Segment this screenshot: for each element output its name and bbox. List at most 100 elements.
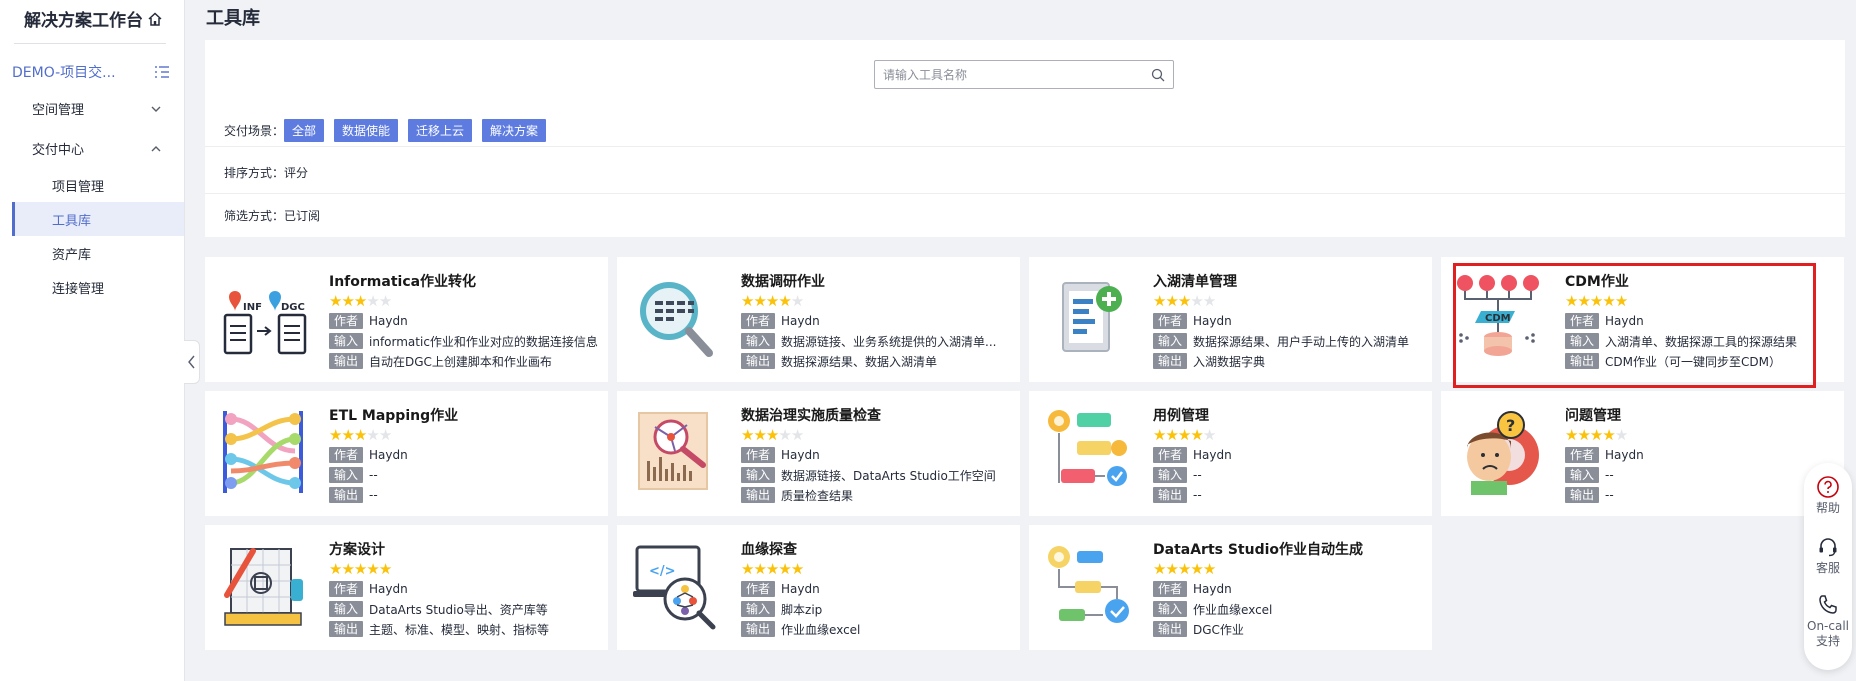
tool-card-title[interactable]: Informatica作业转化 — [329, 271, 599, 291]
output-badge: 输出 — [329, 621, 364, 637]
star-empty-icon: ★ — [1614, 426, 1628, 444]
star-filled-icon: ★ — [753, 292, 766, 310]
svg-text:</>: </> — [649, 564, 676, 579]
sidebar-item-asset-library[interactable]: 资产库 — [12, 236, 184, 270]
tool-card-body: 数据调研作业 ★★★★★ 作者 Haydn 输入 数据源链接、业务系统提供的入湖清单...… — [741, 271, 1011, 369]
star-filled-icon: ★ — [1602, 292, 1615, 310]
tool-author-value: Haydn — [1605, 314, 1644, 328]
tool-card-title[interactable]: 问题管理 — [1565, 405, 1835, 425]
tool-card-body: 数据治理实施质量检查 ★★★★★ 作者 Haydn 输入 数据源链接、DataArts S… — [741, 405, 1011, 503]
tool-input-row: 输入 数据探源结果、用户手动上传的入湖清单 — [1153, 333, 1423, 349]
tool-input-value: -- — [369, 468, 378, 482]
scene-tag-solution[interactable]: 解决方案 — [482, 119, 547, 142]
rating-stars: ★★★★★ — [1153, 293, 1423, 309]
tool-card-title[interactable]: 用例管理 — [1153, 405, 1423, 425]
tool-author-value: Haydn — [1193, 448, 1232, 462]
tool-author-value: Haydn — [369, 448, 408, 462]
star-filled-icon: ★ — [1602, 426, 1615, 444]
tool-card-title[interactable]: 方案设计 — [329, 539, 599, 559]
list-menu-icon[interactable] — [154, 64, 170, 80]
oncall-button[interactable]: On-call 支持 — [1804, 593, 1852, 649]
star-empty-icon: ★ — [790, 292, 804, 310]
design-icon — [217, 537, 313, 633]
tool-output-row: 输出 主题、标准、模型、映射、指标等 — [329, 621, 599, 637]
row-divider — [205, 193, 1845, 194]
tool-input-row: 输入 脚本zip — [741, 601, 1011, 617]
home-icon[interactable] — [147, 11, 163, 27]
scene-tag-data-enable[interactable]: 数据使能 — [334, 119, 399, 142]
tool-input-row: 输入 informatic作业和作业对应的数据连接信息 — [329, 333, 599, 349]
project-selector[interactable]: DEMO-项目交... — [12, 62, 170, 82]
sort-option-rating[interactable]: 评分 — [284, 164, 308, 181]
scene-filter-row: 交付场景： 全部 数据使能 迁移上云 解决方案 — [224, 119, 556, 142]
star-filled-icon: ★ — [1153, 560, 1166, 578]
scene-tag-migrate-cloud[interactable]: 迁移上云 — [408, 119, 473, 142]
usecase-icon — [1041, 403, 1137, 499]
star-filled-icon: ★ — [741, 426, 754, 444]
input-badge: 输入 — [329, 333, 364, 349]
tool-card-title[interactable]: DataArts Studio作业自动生成 — [1153, 539, 1423, 559]
tool-output-row: 输出 -- — [1565, 487, 1835, 503]
tool-card[interactable]: ETL Mapping作业 ★★★★★ 作者 Haydn 输入 -- 输出 -- — [205, 391, 608, 516]
rating-stars: ★★★★★ — [1153, 427, 1423, 443]
tool-card[interactable]: 数据调研作业 ★★★★★ 作者 Haydn 输入 数据源链接、业务系统提供的入湖清单...… — [617, 257, 1020, 382]
sidebar-item-toolbox[interactable]: 工具库 — [12, 202, 184, 236]
customer-service-button[interactable]: 客服 — [1804, 535, 1852, 576]
output-badge: 输出 — [1153, 621, 1188, 637]
search-input[interactable]: 请输入工具名称 — [874, 60, 1174, 89]
menu-space-management[interactable]: 空间管理 — [32, 99, 162, 118]
tool-card[interactable]: INF DGC Informatica作业转化 ★★★★★ 作者 Haydn 输入 infor… — [205, 257, 608, 382]
tool-card-body: 方案设计 ★★★★★ 作者 Haydn 输入 DataArts Studio导出、资产库等… — [329, 539, 599, 637]
star-filled-icon: ★ — [1565, 426, 1578, 444]
star-filled-icon: ★ — [765, 426, 779, 444]
output-badge: 输出 — [1153, 487, 1188, 503]
rating-stars: ★★★★★ — [329, 427, 599, 443]
star-filled-icon: ★ — [1165, 560, 1178, 578]
tool-card[interactable]: 用例管理 ★★★★★ 作者 Haydn 输入 -- 输出 -- — [1029, 391, 1432, 516]
help-button[interactable]: 帮助 — [1804, 475, 1852, 516]
tool-output-value: 入湖数据字典 — [1193, 354, 1266, 369]
project-name: DEMO-项目交... — [12, 65, 116, 81]
headset-icon — [1819, 538, 1837, 557]
tool-card[interactable]: 入湖清单管理 ★★★★★ 作者 Haydn 输入 数据探源结果、用户手动上传的入湖清单 输出… — [1029, 257, 1432, 382]
rating-stars: ★★★★★ — [1153, 561, 1423, 577]
star-filled-icon: ★ — [378, 560, 392, 578]
star-filled-icon: ★ — [1589, 426, 1603, 444]
tool-card-title[interactable]: 血缘探查 — [741, 539, 1011, 559]
tool-card-title[interactable]: 数据治理实施质量检查 — [741, 405, 1011, 425]
tool-card[interactable]: ? 问题管理 ★★★★★ 作者 Haydn 输入 -- 输出 -- — [1441, 391, 1844, 516]
sidebar-item-project-management[interactable]: 项目管理 — [12, 168, 184, 202]
tool-card[interactable]: DataArts Studio作业自动生成 ★★★★★ 作者 Haydn 输入 作业血缘e… — [1029, 525, 1432, 650]
workbench-title[interactable]: 解决方案工作台 — [24, 6, 163, 31]
lineage-icon: </> — [629, 537, 725, 633]
tool-card[interactable]: 数据治理实施质量检查 ★★★★★ 作者 Haydn 输入 数据源链接、DataArts S… — [617, 391, 1020, 516]
menu-delivery-center[interactable]: 交付中心 — [32, 139, 162, 158]
tool-card-title[interactable]: ETL Mapping作业 — [329, 405, 599, 425]
tool-card-title[interactable]: 入湖清单管理 — [1153, 271, 1423, 291]
tool-output-row: 输出 数据探源结果、数据入湖清单 — [741, 353, 1011, 369]
tool-author-value: Haydn — [369, 582, 408, 596]
tool-author-row: 作者 Haydn — [329, 313, 599, 329]
input-badge: 输入 — [1153, 333, 1188, 349]
sidebar-item-connection-management[interactable]: 连接管理 — [12, 270, 184, 304]
tool-card[interactable]: CDM CDM作业 ★★★★★ 作者 Haydn 输入 入湖清单、数据探源工具的探源结果 输出… — [1441, 257, 1844, 388]
author-badge: 作者 — [1153, 313, 1188, 329]
tool-author-row: 作者 Haydn — [1565, 313, 1835, 329]
tool-card-title[interactable]: CDM作业 — [1565, 271, 1835, 291]
tool-output-row: 输出 作业血缘excel — [741, 621, 1011, 637]
tool-card-title[interactable]: 数据调研作业 — [741, 271, 1011, 291]
filter-option-subscribed[interactable]: 已订阅 — [284, 207, 320, 224]
tool-author-value: Haydn — [781, 448, 820, 462]
scene-tag-all[interactable]: 全部 — [284, 119, 325, 142]
output-badge: 输出 — [1565, 353, 1600, 369]
tool-card[interactable]: 方案设计 ★★★★★ 作者 Haydn 输入 DataArts Studio导出、资产库等… — [205, 525, 608, 650]
star-empty-icon: ★ — [366, 426, 379, 444]
search-icon[interactable] — [1151, 68, 1165, 82]
tool-input-row: 输入 DataArts Studio导出、资产库等 — [329, 601, 599, 617]
tool-card[interactable]: </> 血缘探查 ★★★★★ 作者 Haydn 输入 脚本zip 输出 作业血缘excel — [617, 525, 1020, 650]
author-badge: 作者 — [1153, 447, 1188, 463]
author-badge: 作者 — [329, 447, 364, 463]
sidebar-collapse-handle[interactable] — [184, 340, 200, 384]
input-badge: 输入 — [1565, 333, 1600, 349]
tool-card-body: DataArts Studio作业自动生成 ★★★★★ 作者 Haydn 输入 作业血缘e… — [1153, 539, 1423, 637]
